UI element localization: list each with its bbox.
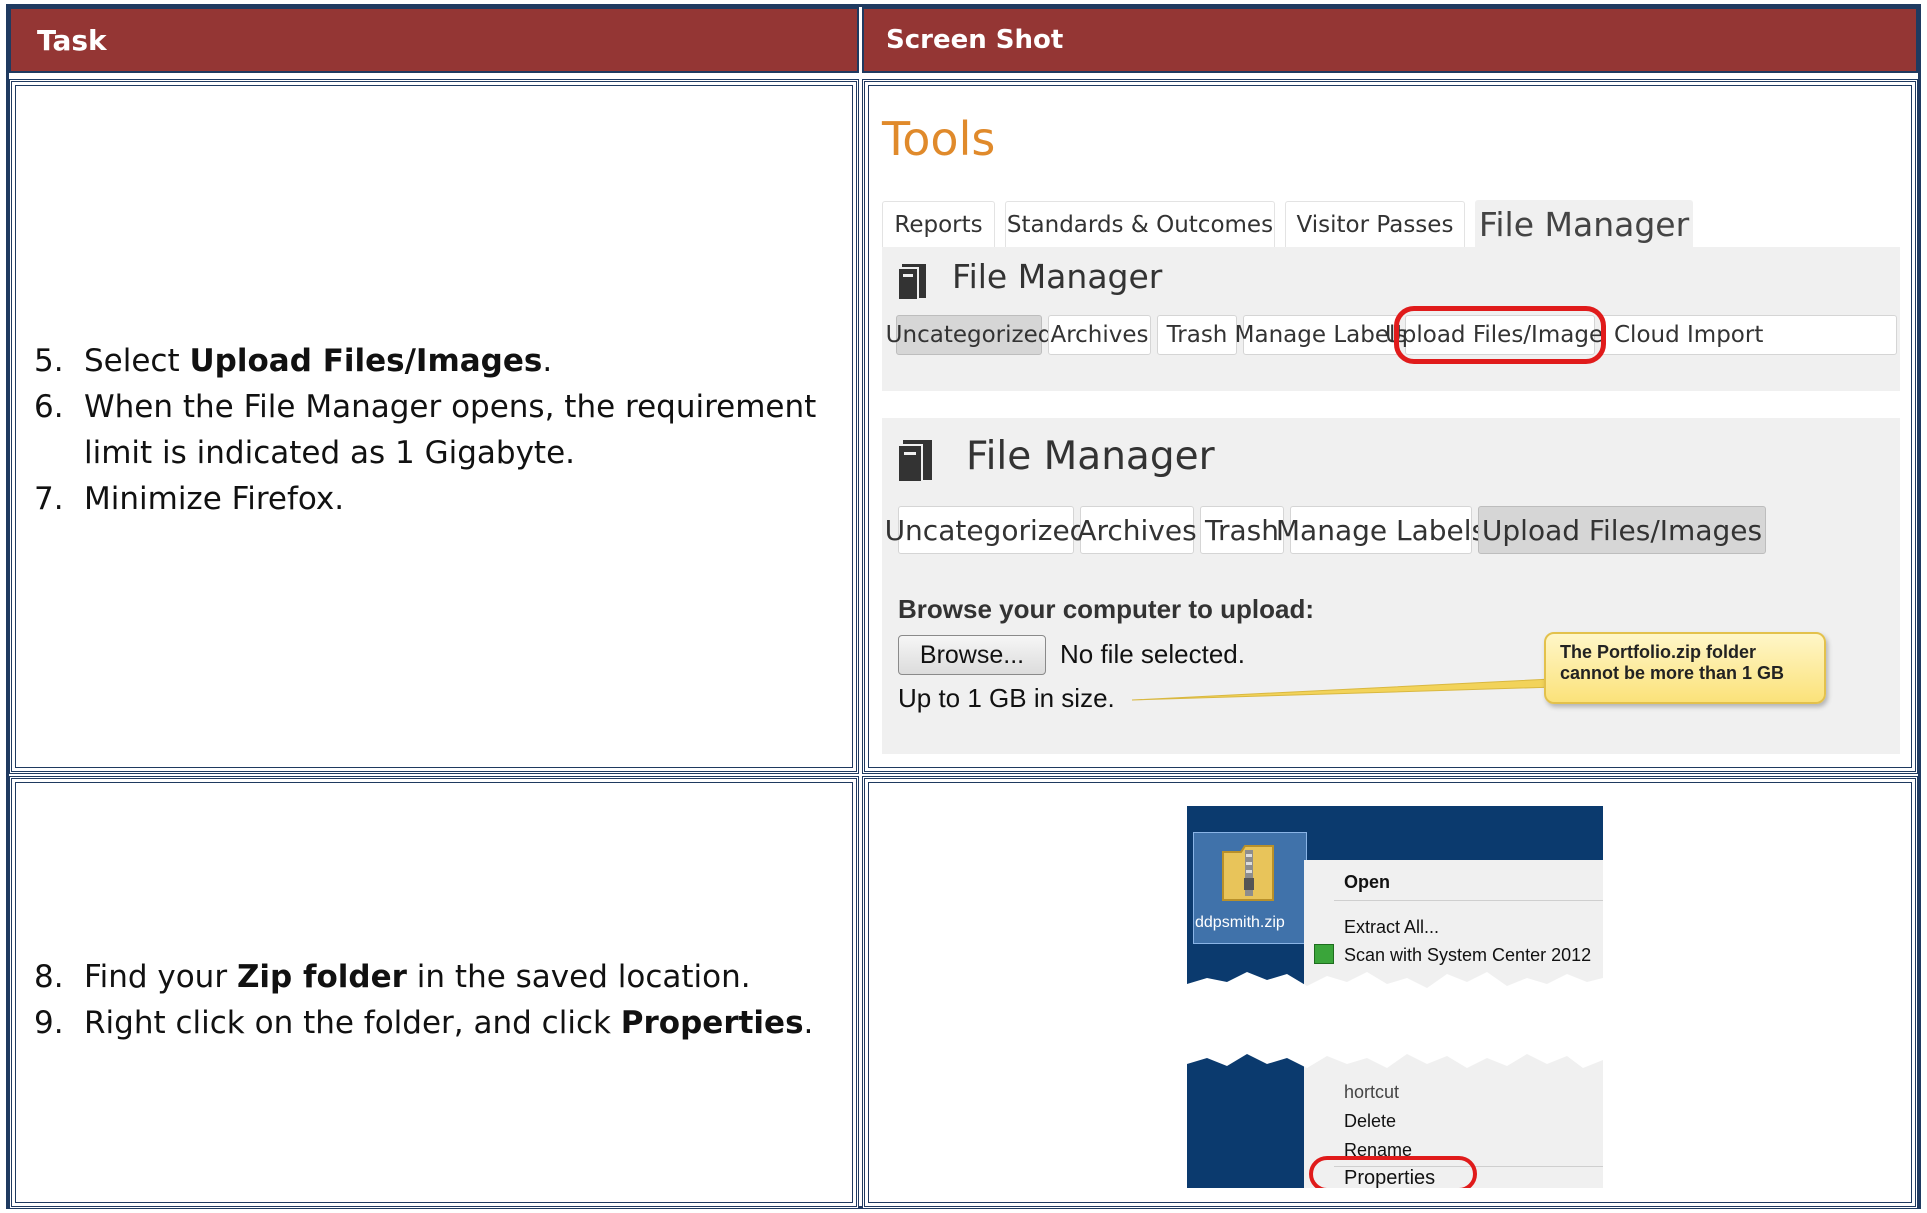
p2-archives-button[interactable]: Archives xyxy=(1077,506,1197,554)
p1-archives-button[interactable]: Archives xyxy=(1048,315,1151,355)
torn-edge xyxy=(1187,972,1603,1068)
file-manager-icon xyxy=(897,264,928,301)
p1-cloud-import-button[interactable]: Cloud Import xyxy=(1601,315,1897,355)
p2-uncategorized-button[interactable]: Uncategorized xyxy=(885,506,1087,554)
row1-steps: 5. Select Upload Files/Images. 6. When the… xyxy=(34,338,834,522)
p1-uncategorized-button[interactable]: Uncategorized xyxy=(886,315,1052,355)
file-manager-icon-large xyxy=(897,440,934,483)
file-manager-panel-small: File Manager Uncategorized Archives Tras… xyxy=(882,247,1900,391)
browse-button[interactable]: Browse... xyxy=(898,635,1046,675)
step-5: 5. Select Upload Files/Images. xyxy=(34,343,553,379)
p1-trash-button[interactable]: Trash xyxy=(1157,315,1237,355)
zip-folder-icon xyxy=(1219,840,1277,904)
menu-separator xyxy=(1334,900,1603,901)
tab-reports[interactable]: Reports xyxy=(882,201,995,247)
row2-steps: 8. Find your Zip folder in the saved loca… xyxy=(34,954,834,1046)
p1-manage-labels-button[interactable]: Manage Labels xyxy=(1235,315,1407,355)
p2-upload-files-button[interactable]: Upload Files/Images xyxy=(1478,506,1766,554)
upload-highlight-ring xyxy=(1394,306,1606,364)
header-task-label: Task xyxy=(37,23,107,57)
tab-standards-outcomes[interactable]: Standards & Outcomes xyxy=(1005,201,1275,247)
tab-visitor-passes[interactable]: Visitor Passes xyxy=(1285,201,1465,247)
header-screenshot-label: Screen Shot xyxy=(886,25,1064,55)
menu-open[interactable]: Open xyxy=(1304,872,1603,893)
header-task: Task xyxy=(9,7,859,73)
step-6: 6. When the File Manager opens, the requi… xyxy=(34,389,817,471)
step-9: 9. Right click on the folder, and click P… xyxy=(34,1005,814,1041)
p2-manage-labels-button[interactable]: Manage Labels xyxy=(1276,506,1486,554)
size-callout: The Portfolio.zip folder cannot be more … xyxy=(1544,632,1826,704)
step-7: 7. Minimize Firefox. xyxy=(34,481,345,517)
tools-title: Tools xyxy=(882,112,996,166)
file-manager-screenshot: Tools Reports Standards & Outcomes Visit… xyxy=(880,88,1900,768)
browse-heading: Browse your computer to upload: xyxy=(898,594,1315,624)
menu-delete[interactable]: Delete xyxy=(1304,1111,1603,1132)
menu-shortcut-partial[interactable]: hortcut xyxy=(1304,1082,1603,1103)
properties-highlight-ring xyxy=(1309,1156,1477,1188)
file-manager-panel-large: File Manager Uncategorized Archives Tras… xyxy=(882,418,1900,754)
zip-file-name: ddpsmith.zip xyxy=(1195,914,1285,931)
p2-trash-button[interactable]: Trash xyxy=(1200,506,1284,554)
menu-scan[interactable]: Scan with System Center 2012 xyxy=(1304,945,1603,966)
panel2-title: File Manager xyxy=(966,434,1215,479)
panel1-title: File Manager xyxy=(952,257,1163,296)
size-note: Up to 1 GB in size. xyxy=(898,683,1115,713)
header-screenshot: Screen Shot xyxy=(862,7,1918,73)
tab-file-manager[interactable]: File Manager xyxy=(1475,200,1693,247)
menu-extract-all[interactable]: Extract All... xyxy=(1304,917,1603,938)
context-menu-screenshot: ddpsmith.zip Open Extract All... Scan wi… xyxy=(1187,806,1603,1188)
step-8: 8. Find your Zip folder in the saved loca… xyxy=(34,959,751,995)
